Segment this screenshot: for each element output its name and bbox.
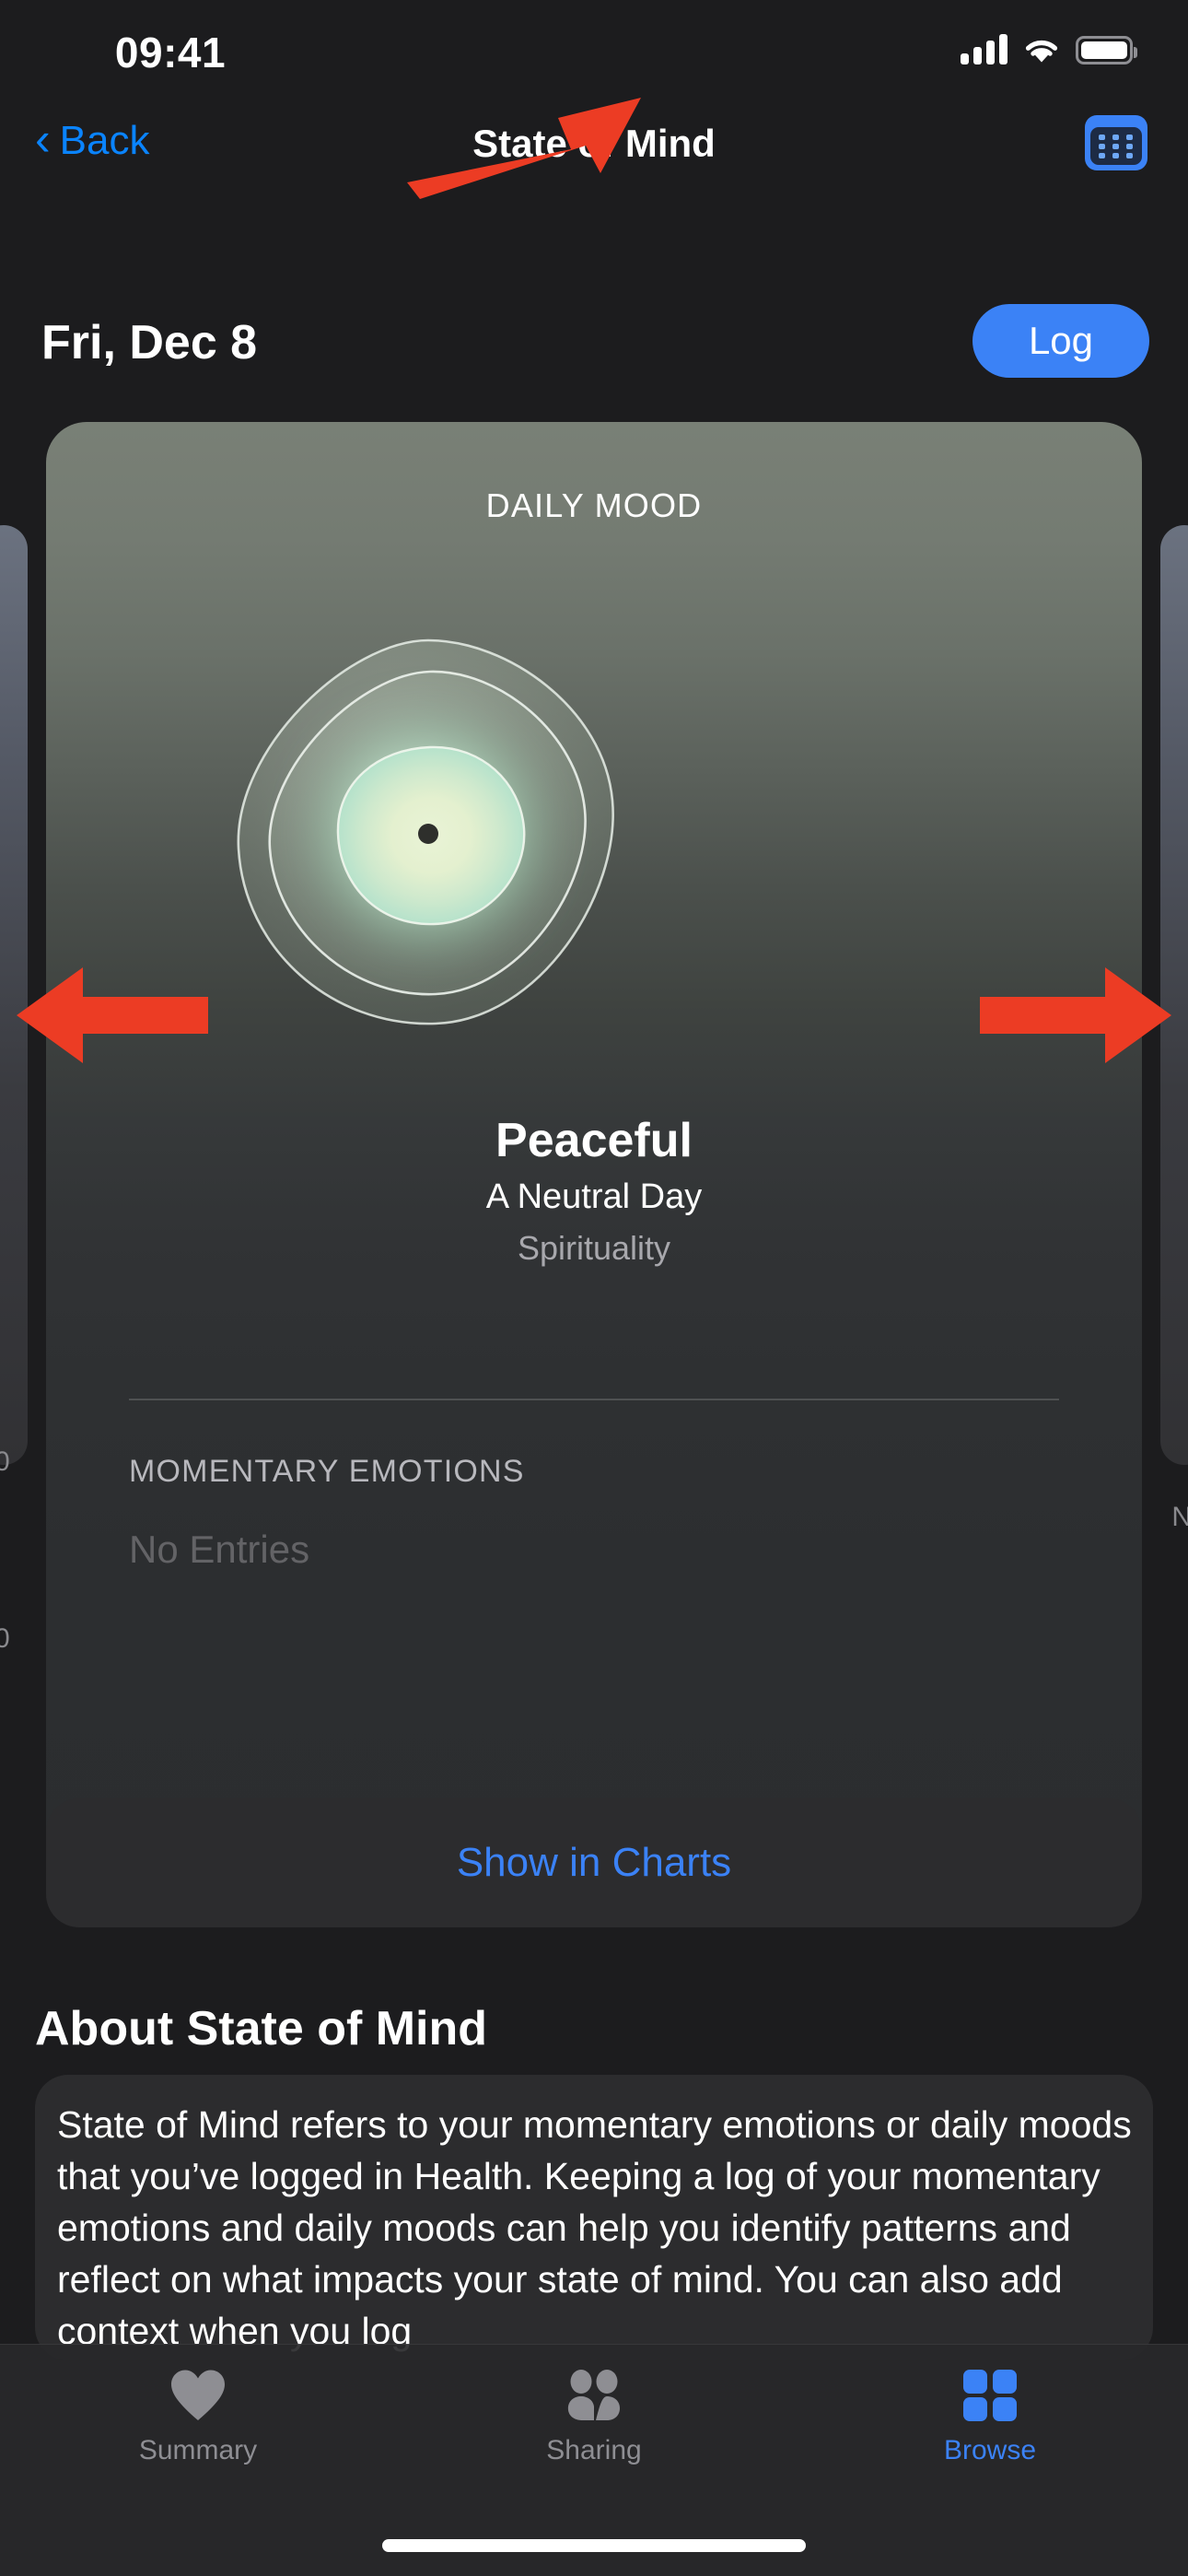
next-day-card-peek[interactable] xyxy=(1160,525,1188,1465)
heart-icon xyxy=(169,2365,227,2422)
about-heading: About State of Mind xyxy=(35,2002,488,2055)
navigation-bar: ‹ Back State of Mind xyxy=(0,101,1188,203)
mood-name: Peaceful xyxy=(495,1114,693,1167)
momentary-emotions-empty: No Entries xyxy=(129,1528,310,1571)
selected-date: Fri, Dec 8 xyxy=(41,316,258,369)
daily-mood-card[interactable]: DAILY MOOD Peaceful A Neutral Day Spirit… xyxy=(46,422,1142,1878)
battery-icon xyxy=(1076,36,1137,64)
page-title: State of Mind xyxy=(472,122,716,165)
momentary-emotions-title: MOMENTARY EMOTIONS xyxy=(129,1454,525,1489)
tab-summary-label: Summary xyxy=(138,2435,258,2465)
log-button[interactable]: Log xyxy=(973,304,1149,378)
tab-sharing-label: Sharing xyxy=(546,2435,642,2465)
tab-browse-label: Browse xyxy=(943,2435,1037,2465)
peek-left-text-bottom: 0 xyxy=(0,1623,10,1654)
tab-bar: Summary Sharing Browse xyxy=(0,2344,1188,2576)
calendar-button[interactable] xyxy=(1083,112,1149,173)
about-body-text: State of Mind refers to your momentary e… xyxy=(57,2103,1132,2352)
previous-day-card-peek[interactable] xyxy=(0,525,28,1465)
calendar-icon xyxy=(1085,115,1147,170)
home-indicator xyxy=(382,2539,806,2552)
peek-right-text: N xyxy=(1171,1502,1188,1532)
people-icon xyxy=(559,2365,629,2422)
tab-browse[interactable]: Browse xyxy=(792,2365,1188,2466)
daily-mood-header: DAILY MOOD xyxy=(485,486,703,524)
card-divider xyxy=(129,1399,1059,1400)
status-bar-indicators xyxy=(961,33,1137,64)
date-row: Fri, Dec 8 Log xyxy=(0,304,1188,415)
about-card: State of Mind refers to your momentary e… xyxy=(35,2075,1153,2360)
mood-blob-visualization xyxy=(216,620,640,1044)
status-bar: 09:41 xyxy=(0,0,1188,101)
tab-summary[interactable]: Summary xyxy=(0,2365,396,2466)
status-bar-time: 09:41 xyxy=(114,29,227,76)
app-screen: 09:41 ‹ Back State of Mind Fri, Dec 8 Lo… xyxy=(0,0,1188,2576)
peek-left-text-top: 0 xyxy=(0,1446,10,1477)
tab-sharing[interactable]: Sharing xyxy=(396,2365,792,2466)
mood-valence: A Neutral Day xyxy=(485,1177,703,1216)
grid-icon xyxy=(961,2365,1019,2422)
cellular-signal-icon xyxy=(961,33,1007,64)
show-in-charts-button[interactable]: Show in Charts xyxy=(46,1798,1142,1927)
mood-association: Spirituality xyxy=(517,1229,671,1267)
wifi-icon xyxy=(1025,40,1058,63)
